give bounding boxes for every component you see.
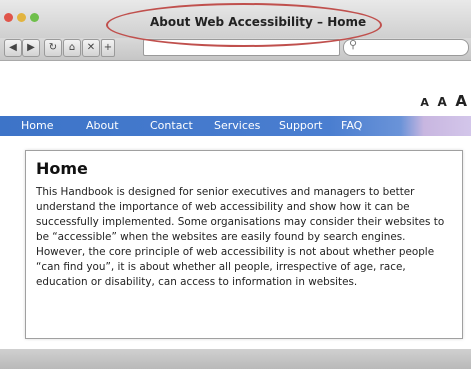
text-size-controls: A A A (417, 91, 467, 110)
zoom-window-button[interactable] (30, 13, 39, 22)
nav-item-about[interactable]: About (86, 119, 119, 132)
minimize-window-button[interactable] (17, 13, 26, 22)
forward-icon[interactable]: ▶ (22, 39, 40, 57)
nav-item-support[interactable]: Support (279, 119, 322, 132)
add-bookmark-icon[interactable]: + (101, 39, 115, 57)
stop-icon[interactable]: ✕ (82, 39, 100, 57)
title-highlight-ellipse (106, 3, 382, 47)
main-nav: Home About Contact Services Support FAQ (0, 116, 471, 136)
page-header (0, 61, 471, 116)
search-input[interactable]: ⚲ (343, 38, 469, 56)
nav-item-faq[interactable]: FAQ (341, 119, 362, 132)
status-bar (0, 349, 471, 369)
content-panel: Home This Handbook is designed for senio… (25, 150, 463, 339)
close-window-button[interactable] (4, 13, 13, 22)
body-text: This Handbook is designed for senior exe… (36, 186, 445, 288)
back-icon[interactable]: ◀ (4, 39, 22, 57)
nav-item-contact[interactable]: Contact (150, 119, 193, 132)
text-size-medium-button[interactable]: A (438, 95, 447, 109)
main-content: Home This Handbook is designed for senio… (0, 136, 471, 346)
nav-item-home[interactable]: Home (21, 119, 53, 132)
reload-icon[interactable]: ↻ (44, 39, 62, 57)
nav-item-services[interactable]: Services (214, 119, 260, 132)
text-size-large-button[interactable]: A (455, 92, 467, 110)
browser-window: About Web Accessibility – Home ◀ ▶ ↻ ⌂ ✕… (0, 0, 471, 369)
home-icon[interactable]: ⌂ (63, 39, 81, 57)
search-icon: ⚲ (349, 38, 358, 51)
page-title: Home (36, 159, 88, 178)
text-size-small-button[interactable]: A (420, 96, 429, 109)
